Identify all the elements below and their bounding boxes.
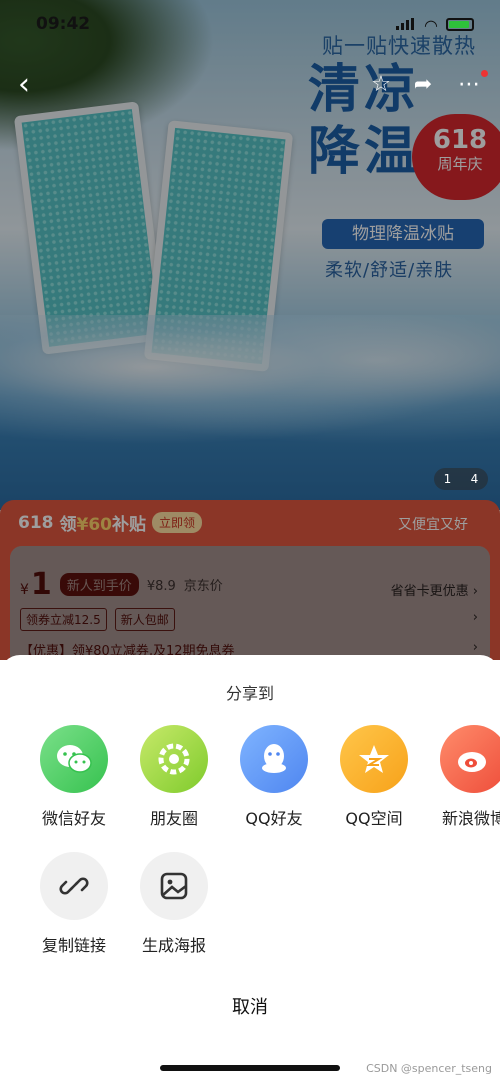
moments-icon — [140, 725, 208, 793]
share-label: 朋友圈 — [149, 809, 198, 828]
share-weibo[interactable]: 新浪微博 — [424, 725, 500, 829]
image-pager: 1 4 — [434, 468, 488, 490]
share-moments[interactable]: 朋友圈 — [124, 725, 224, 829]
notification-dot — [481, 70, 488, 77]
qzone-icon — [340, 725, 408, 793]
signal-icon — [396, 18, 414, 30]
wechat-icon — [40, 725, 108, 793]
status-time: 09:42 — [36, 14, 91, 34]
share-wechat-friend[interactable]: 微信好友 — [24, 725, 124, 829]
status-bar: 09:42 ◠ — [0, 0, 500, 44]
share-label: 生成海报 — [141, 936, 206, 955]
share-label: QQ空间 — [345, 809, 403, 828]
more-icon[interactable]: ⋯ — [454, 70, 484, 100]
battery-icon — [446, 18, 474, 31]
app-root: 贴一贴快速散热 清凉 降温 618 周年庆 物理降温冰贴 柔软/舒适/亲肤 61… — [0, 0, 500, 1082]
share-icon[interactable]: ➦ — [408, 70, 438, 100]
share-label: QQ好友 — [245, 809, 303, 828]
copy-link-button[interactable]: 复制链接 — [24, 852, 124, 956]
link-icon — [40, 852, 108, 920]
cancel-button[interactable]: 取消 — [0, 993, 500, 1019]
share-label: 复制链接 — [41, 936, 106, 955]
back-arrow-icon[interactable]: ‹ — [18, 70, 48, 100]
share-sheet-title: 分享到 — [225, 684, 274, 703]
weibo-icon — [440, 725, 500, 793]
generate-poster-button[interactable]: 生成海报 — [124, 852, 224, 956]
wifi-icon: ◠ — [424, 16, 438, 35]
home-indicator[interactable] — [160, 1065, 340, 1071]
favorite-icon[interactable]: ☆ — [366, 70, 396, 100]
watermark: CSDN @spencer_tseng — [366, 1062, 492, 1075]
share-label: 新浪微博 — [441, 809, 500, 828]
share-qq-friend[interactable]: QQ好友 — [224, 725, 324, 829]
poster-icon — [140, 852, 208, 920]
pager-total: 4 — [470, 472, 479, 486]
share-label: 微信好友 — [41, 809, 106, 828]
share-qzone[interactable]: QQ空间 — [324, 725, 424, 829]
qq-icon — [240, 725, 308, 793]
modal-backdrop-card — [10, 546, 490, 666]
pager-current: 1 — [443, 472, 452, 486]
